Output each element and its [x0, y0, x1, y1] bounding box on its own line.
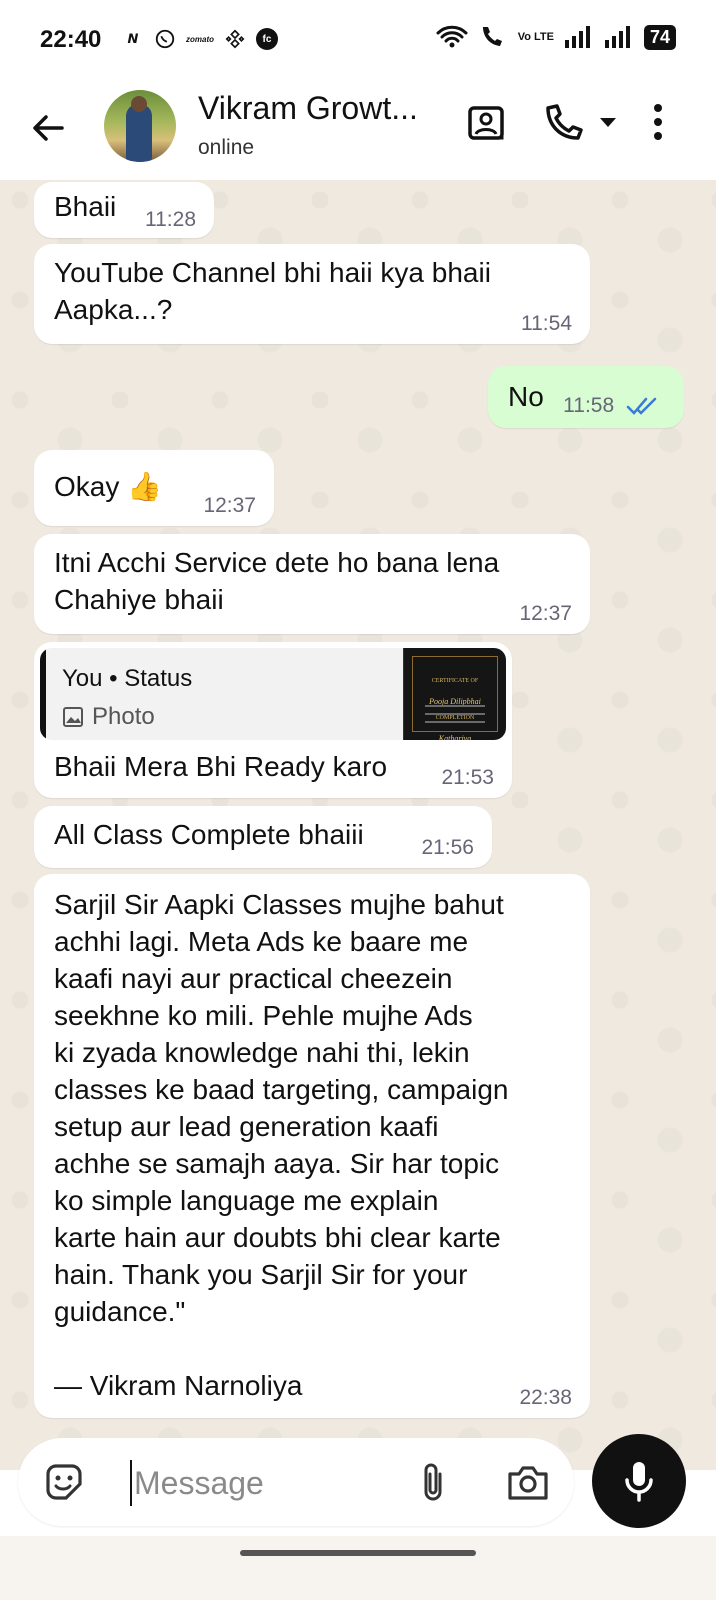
- certificate-name: Pooja Dilipbhai Kathariya: [429, 697, 481, 740]
- microphone-icon: [625, 1462, 653, 1502]
- message-bubble[interactable]: Sarjil Sir Aapki Classes mujhe bahut ach…: [34, 874, 590, 1418]
- message-text: Itni Acchi Service dete ho bana lena Cha…: [54, 547, 500, 615]
- wifi-calling-icon: [482, 27, 502, 46]
- message-text: No: [508, 381, 544, 412]
- whatsapp-business-icon: [154, 28, 176, 50]
- message-bubble[interactable]: Itni Acchi Service dete ho bana lena Cha…: [34, 534, 590, 634]
- wifi-icon: [436, 25, 468, 48]
- fc-app-icon: fc: [256, 28, 278, 50]
- zomato-icon: zomato: [186, 34, 214, 44]
- avatar[interactable]: [104, 90, 176, 162]
- voice-call-icon[interactable]: [540, 102, 584, 146]
- message-bubble[interactable]: Okay 👍 12:37: [34, 450, 274, 526]
- status-thumbnail: CERTIFICATE OF COMPLETION Pooja Dilipbha…: [403, 648, 506, 740]
- more-options-icon[interactable]: [652, 102, 664, 142]
- message-text: YouTube Channel bhi haii kya bhaii Aapka…: [54, 257, 491, 325]
- call-dropdown-chevron-icon[interactable]: [598, 116, 618, 130]
- message-composer: [18, 1438, 574, 1526]
- message-text: Bhaii Mera Bhi Ready karo: [54, 751, 388, 782]
- reply-type-label: Photo: [92, 703, 155, 730]
- binance-icon: [224, 28, 246, 50]
- message-bubble[interactable]: Bhaii 11:28: [34, 182, 214, 238]
- contact-status: online: [198, 136, 255, 159]
- video-call-icon[interactable]: [466, 102, 508, 144]
- reply-author: You • Status: [62, 665, 193, 692]
- message-text: Sarjil Sir Aapki Classes mujhe bahut ach…: [54, 889, 509, 1401]
- message-text: Bhaii: [54, 191, 117, 222]
- certificate-line: [425, 705, 485, 707]
- message-time: 12:37: [203, 494, 256, 517]
- message-bubble[interactable]: All Class Complete bhaiii 21:56: [34, 806, 492, 868]
- photo-icon: [63, 706, 83, 727]
- message-time: 12:37: [519, 602, 572, 625]
- system-indicators: Vo LTE 74: [436, 24, 676, 50]
- message-time-label: 11:58: [563, 393, 615, 417]
- notification-icons: 𝙉 zomato fc: [122, 28, 278, 50]
- quoted-status-reply[interactable]: You • Status Photo CERTIFICATE OF COMPLE…: [40, 648, 506, 740]
- message-input[interactable]: [130, 1460, 416, 1506]
- certificate-line: [425, 721, 485, 723]
- battery-indicator: 74: [643, 24, 676, 50]
- reply-accent-bar: [40, 648, 46, 740]
- reply-type: Photo: [62, 698, 155, 735]
- message-text: All Class Complete bhaiii: [54, 819, 364, 850]
- gesture-handle[interactable]: [240, 1550, 476, 1556]
- volte-indicator: Vo LTE: [517, 30, 554, 43]
- attach-icon[interactable]: [418, 1460, 448, 1504]
- contact-name[interactable]: Vikram Growt...: [198, 90, 418, 127]
- signal-icon: [564, 26, 590, 48]
- system-nav-bar: [0, 1536, 716, 1600]
- message-time: 22:38: [519, 1386, 572, 1409]
- message-time: 11:28: [145, 208, 196, 231]
- read-receipt-icon: [626, 397, 657, 415]
- certificate-line: [425, 713, 485, 715]
- message-bubble-with-reply[interactable]: You • Status Photo CERTIFICATE OF COMPLE…: [34, 642, 512, 798]
- message-bubble[interactable]: YouTube Channel bhi haii kya bhaii Aapka…: [34, 244, 590, 344]
- message-time: 11:58: [563, 395, 660, 416]
- message-time: 11:54: [521, 312, 572, 335]
- certificate-image: CERTIFICATE OF COMPLETION Pooja Dilipbha…: [412, 656, 498, 740]
- n-app-icon: 𝙉: [127, 31, 139, 46]
- avatar-head: [131, 96, 147, 112]
- voice-message-button[interactable]: [592, 1434, 686, 1528]
- message-time: 21:53: [441, 766, 494, 789]
- sticker-icon[interactable]: [42, 1460, 86, 1504]
- message-time: 21:56: [421, 836, 474, 859]
- message-text: Okay 👍: [54, 471, 162, 502]
- message-bubble-outgoing[interactable]: No 11:58: [488, 366, 684, 428]
- status-bar: 22:40 𝙉 zomato fc Vo LTE 74: [0, 0, 716, 80]
- clock: 22:40: [40, 26, 102, 53]
- camera-icon[interactable]: [506, 1462, 550, 1502]
- avatar-person: [126, 104, 152, 162]
- signal-icon-2: [604, 26, 630, 48]
- back-arrow-icon[interactable]: [28, 108, 68, 148]
- chat-area[interactable]: Bhaii 11:28 YouTube Channel bhi haii kya…: [0, 180, 716, 1470]
